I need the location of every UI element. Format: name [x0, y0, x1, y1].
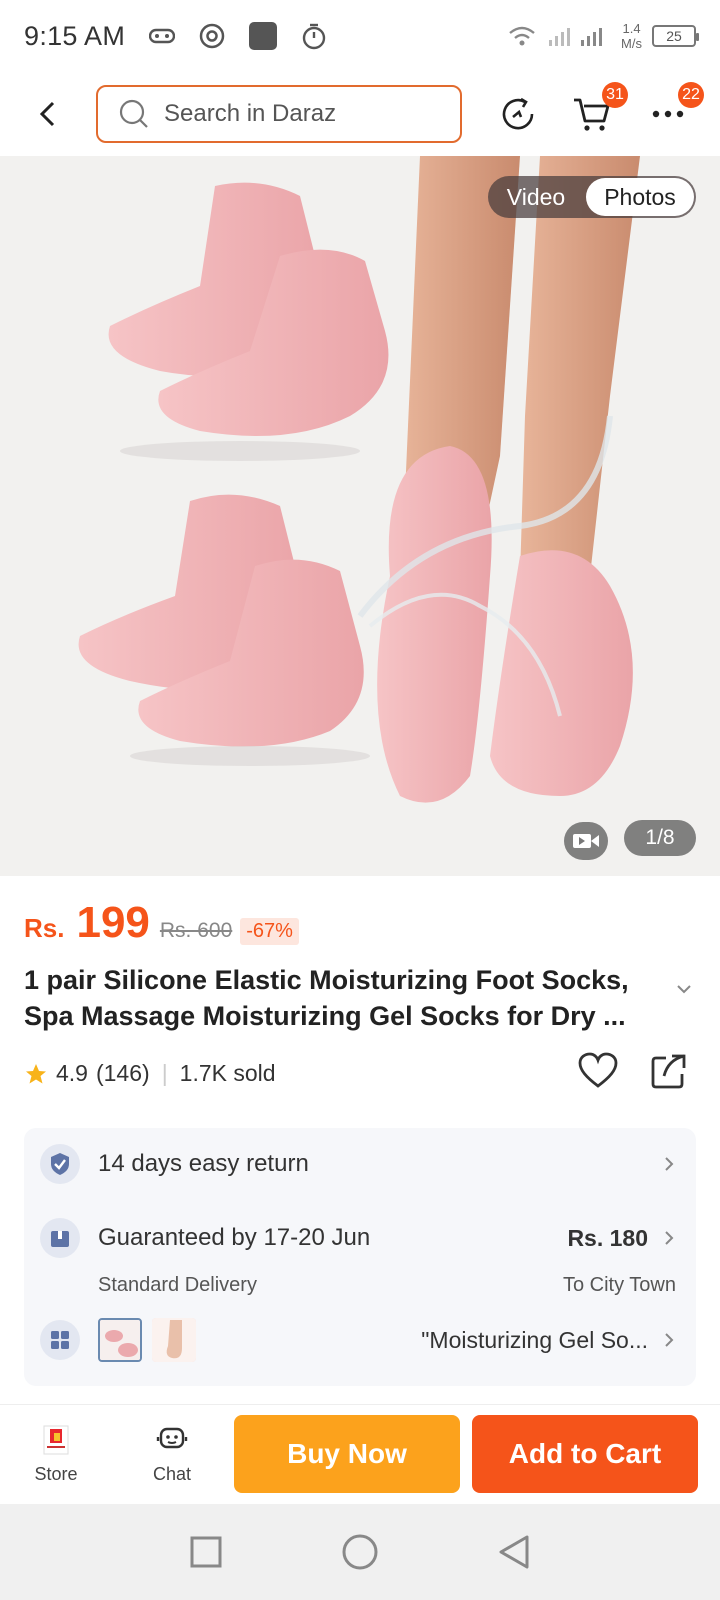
- chat-bot-icon: [156, 1427, 188, 1449]
- status-bar: 9:15 AM 1.4 M/s 25: [0, 0, 720, 72]
- back-button[interactable]: [18, 84, 78, 144]
- price-row: Rs. 199 Rs. 600 -67%: [24, 898, 299, 948]
- top-header: Search in Daraz 31 22: [0, 78, 720, 150]
- tab-video[interactable]: Video: [488, 184, 584, 211]
- shield-check-icon: [40, 1144, 80, 1184]
- media-toggle: Video Photos: [488, 176, 696, 218]
- star-icon: [26, 1063, 46, 1083]
- history-icon: [502, 97, 534, 130]
- status-time: 9:15 AM: [24, 20, 126, 51]
- bottom-action-bar: Store Chat Buy Now Add to Cart: [0, 1404, 720, 1504]
- rating-row[interactable]: 4.9 (146) | 1.7K sold: [24, 1060, 276, 1087]
- service-info-card: 14 days easy return Guaranteed by 17-20 …: [24, 1128, 696, 1386]
- chrome-icon: [199, 23, 225, 49]
- battery-level: 25: [666, 28, 682, 44]
- delivery-destination: To City Town: [562, 1274, 676, 1296]
- image-counter: 1/8: [624, 820, 696, 856]
- divider: |: [161, 1060, 168, 1086]
- more-button[interactable]: 22: [642, 82, 704, 140]
- product-photo: [78, 156, 640, 803]
- product-title-line1: 1 pair Silicone Elastic Moisturizing Foo…: [24, 965, 629, 995]
- store-button[interactable]: Store: [16, 1425, 96, 1485]
- delivery-type: Standard Delivery: [98, 1274, 257, 1296]
- variant-row[interactable]: "Moisturizing Gel So...: [24, 1318, 696, 1362]
- search-placeholder: Search in Daraz: [164, 100, 337, 127]
- app-icon: [249, 22, 278, 50]
- store-label: Store: [34, 1464, 78, 1484]
- store-logo-icon: [43, 1425, 69, 1455]
- add-to-cart-button[interactable]: Add to Cart: [472, 1415, 698, 1493]
- grid-icon: [40, 1320, 80, 1360]
- recents-icon[interactable]: [189, 1535, 223, 1569]
- rating-value: 4.9: [56, 1060, 88, 1086]
- buy-now-button[interactable]: Buy Now: [234, 1415, 460, 1493]
- cart-button[interactable]: 31: [566, 82, 628, 140]
- product-title[interactable]: 1 pair Silicone Elastic Moisturizing Foo…: [24, 962, 664, 1034]
- sold-count: 1.7K sold: [179, 1060, 276, 1086]
- system-navigation-bar: [0, 1504, 720, 1600]
- variant-name: "Moisturizing Gel So...: [421, 1326, 648, 1353]
- product-image-gallery[interactable]: Video Photos 1/8: [0, 156, 720, 876]
- returns-row[interactable]: 14 days easy return: [24, 1144, 696, 1184]
- price-value: 199: [76, 898, 150, 947]
- chevron-left-icon: [39, 101, 55, 127]
- network-speed: 1.4 M/s: [621, 21, 642, 51]
- more-icon: [652, 110, 684, 118]
- delivery-row[interactable]: Guaranteed by 17-20 Jun Rs. 180: [24, 1218, 696, 1258]
- shipping-price: Rs. 180: [567, 1224, 648, 1251]
- product-title-line2: Spa Massage Moisturizing Gel Socks for D…: [24, 1001, 626, 1031]
- package-icon: [40, 1218, 80, 1258]
- search-input[interactable]: Search in Daraz: [96, 85, 462, 143]
- video-play-button[interactable]: [564, 822, 608, 860]
- price-currency: Rs.: [24, 913, 65, 943]
- chat-label: Chat: [152, 1464, 192, 1484]
- chat-button[interactable]: Chat: [132, 1425, 212, 1485]
- cart-badge: 31: [602, 82, 628, 108]
- battery-indicator: 25: [652, 25, 699, 47]
- returns-text: 14 days easy return: [98, 1150, 309, 1177]
- variant-thumbnail[interactable]: [98, 1318, 142, 1362]
- search-icon: [119, 99, 148, 128]
- share-button[interactable]: [650, 1052, 696, 1096]
- chevron-down-icon[interactable]: [676, 984, 692, 994]
- timer-icon: [302, 23, 326, 50]
- status-system-icons: 1.4 M/s 25: [507, 21, 699, 51]
- chevron-right-icon: [665, 1333, 674, 1347]
- net-speed-unit: M/s: [621, 36, 642, 51]
- variant-thumbnail[interactable]: [152, 1318, 196, 1362]
- back-nav-icon[interactable]: [497, 1534, 531, 1570]
- net-speed-value: 1.4: [622, 21, 641, 36]
- delivery-text: Guaranteed by 17-20 Jun: [98, 1224, 371, 1251]
- more-badge: 22: [678, 82, 704, 108]
- video-camera-icon: [573, 834, 599, 848]
- home-icon[interactable]: [341, 1533, 379, 1571]
- review-count: (146): [95, 1060, 150, 1086]
- heart-icon: [578, 1052, 618, 1088]
- chevron-right-icon: [665, 1231, 674, 1245]
- status-notification-icons: [149, 22, 327, 50]
- wifi-icon: [509, 26, 535, 46]
- chevron-right-icon: [665, 1157, 674, 1171]
- wishlist-button[interactable]: [578, 1052, 624, 1096]
- history-button[interactable]: [492, 88, 544, 140]
- share-icon: [651, 1054, 686, 1089]
- original-price: Rs. 600: [159, 919, 233, 942]
- tab-photos[interactable]: Photos: [586, 178, 694, 216]
- signal-icon: [549, 28, 603, 46]
- gamepad-icon: [149, 28, 176, 44]
- discount-badge: -67%: [240, 918, 299, 945]
